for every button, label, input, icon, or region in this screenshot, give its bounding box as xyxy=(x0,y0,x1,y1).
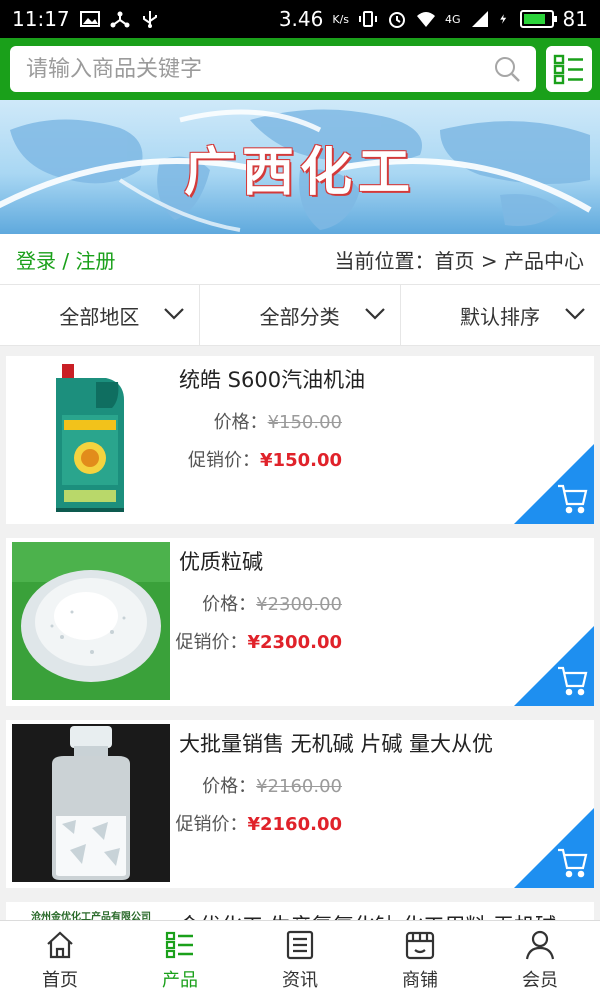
promo-price: ¥2160.00 xyxy=(247,814,342,835)
nav-label: 首页 xyxy=(42,969,78,991)
store-icon xyxy=(405,931,435,959)
filter-label: 全部地区 xyxy=(59,304,140,329)
nav-item-products[interactable]: 产品 xyxy=(120,921,240,1000)
price-label: 价格： xyxy=(202,776,257,797)
nav-item-home[interactable]: 首页 xyxy=(0,921,120,1000)
price-line: 价格：¥2300.00 xyxy=(6,590,342,616)
banner[interactable]: 广西化工 xyxy=(0,100,600,234)
vibrate-icon xyxy=(359,11,378,27)
status-bar: 11:17 3.46 K/s 4G 81 xyxy=(0,0,600,38)
breadcrumb: 当前位置：首页 > 产品中心 xyxy=(334,248,584,273)
chevron-down-icon xyxy=(565,308,585,320)
battery-icon xyxy=(519,10,557,28)
image-icon xyxy=(79,11,100,27)
filter-label: 全部分类 xyxy=(259,304,340,329)
filter-region-dropdown[interactable]: 全部地区 xyxy=(0,285,201,345)
chevron-down-icon xyxy=(164,308,185,320)
register-link[interactable]: 注册 xyxy=(75,249,115,273)
battery-fill xyxy=(523,14,545,24)
news-icon xyxy=(286,930,314,959)
nav-label: 资讯 xyxy=(282,969,318,991)
auth-separator: / xyxy=(56,248,76,273)
original-price: ¥2160.00 xyxy=(256,776,342,797)
add-to-cart-button[interactable] xyxy=(514,444,594,524)
filter-category-dropdown[interactable]: 全部分类 xyxy=(200,285,401,345)
product-card[interactable]: 大批量销售 无机碱 片碱 量大从优 价格：¥2160.00 促销价：¥2160.… xyxy=(6,720,594,888)
bottom-nav: 首页 产品 资讯 商铺 会员 xyxy=(0,920,600,1000)
search-icon[interactable] xyxy=(494,56,520,82)
promo-price-line: 促销价：¥2300.00 xyxy=(6,628,342,654)
promo-price-label: 促销价： xyxy=(175,632,248,653)
filter-label: 默认排序 xyxy=(459,304,540,329)
usb-icon xyxy=(142,11,157,28)
signal-icon xyxy=(471,11,488,27)
original-price: ¥150.00 xyxy=(267,412,342,433)
price-line: 价格：¥2160.00 xyxy=(6,772,342,798)
product-name[interactable]: 大批量销售 无机碱 片碱 量大从优 xyxy=(179,728,493,758)
auth-links: 登录 / 注册 xyxy=(16,245,115,274)
original-price: ¥2300.00 xyxy=(256,594,342,615)
search-input[interactable] xyxy=(10,46,480,92)
clock: 11:17 xyxy=(12,7,70,31)
list-icon xyxy=(165,931,193,958)
network-speed: 3.46 xyxy=(278,7,324,31)
nav-label: 会员 xyxy=(522,969,558,991)
login-row: 登录 / 注册 当前位置：首页 > 产品中心 xyxy=(0,234,600,284)
product-image-granular-caustic-soda xyxy=(12,542,170,700)
product-image-flake-caustic-soda xyxy=(12,724,170,882)
price-label: 价格： xyxy=(202,594,257,615)
home-icon xyxy=(47,931,73,958)
add-to-cart-button[interactable] xyxy=(514,808,594,888)
nav-item-news[interactable]: 资讯 xyxy=(240,921,360,1000)
filter-sort-dropdown[interactable]: 默认排序 xyxy=(401,285,600,345)
promo-price-line: 促销价：¥150.00 xyxy=(6,446,342,472)
nav-item-member[interactable]: 会员 xyxy=(480,921,600,1000)
promo-price-label: 促销价： xyxy=(175,814,248,835)
promo-price: ¥150.00 xyxy=(260,450,342,471)
product-card[interactable]: 沧州金优化工产品有限公司 金优化工 生产氢氧化钠 化工用料 无机碱 xyxy=(6,902,594,922)
user-icon xyxy=(525,930,555,959)
chevron-down-icon xyxy=(364,308,385,320)
banner-title: 广西化工 xyxy=(183,142,416,203)
category-menu-button[interactable] xyxy=(546,46,592,92)
share-icon xyxy=(110,11,130,28)
filter-bar: 全部地区 全部分类 默认排序 xyxy=(0,284,600,346)
promo-price-label: 促销价： xyxy=(188,450,261,471)
charging-icon xyxy=(499,14,506,24)
nav-label: 商铺 xyxy=(402,969,438,991)
alarm-icon xyxy=(389,12,406,28)
promo-price: ¥2300.00 xyxy=(247,632,342,653)
search-box[interactable] xyxy=(10,46,536,92)
product-name[interactable]: 优质粒碱 xyxy=(179,546,263,576)
product-card[interactable]: 优质粒碱 价格：¥2300.00 促销价：¥2300.00 xyxy=(6,538,594,706)
price-line: 价格：¥150.00 xyxy=(6,408,342,434)
battery-percent: 81 xyxy=(562,7,588,31)
add-to-cart-button[interactable] xyxy=(514,626,594,706)
network-type: 4G xyxy=(445,12,461,26)
price-label: 价格： xyxy=(213,412,268,433)
product-image-engine-oil xyxy=(12,360,170,518)
product-card[interactable]: 统皓 S600汽油机油 价格：¥150.00 促销价：¥150.00 xyxy=(6,356,594,524)
product-name[interactable]: 统皓 S600汽油机油 xyxy=(179,364,365,394)
network-speed-unit: K/s xyxy=(332,12,350,26)
promo-price-line: 促销价：¥2160.00 xyxy=(6,810,342,836)
search-header xyxy=(0,38,600,100)
login-link[interactable]: 登录 xyxy=(16,249,56,273)
nav-label: 产品 xyxy=(162,969,198,991)
nav-item-store[interactable]: 商铺 xyxy=(360,921,480,1000)
wifi-icon xyxy=(417,12,436,27)
